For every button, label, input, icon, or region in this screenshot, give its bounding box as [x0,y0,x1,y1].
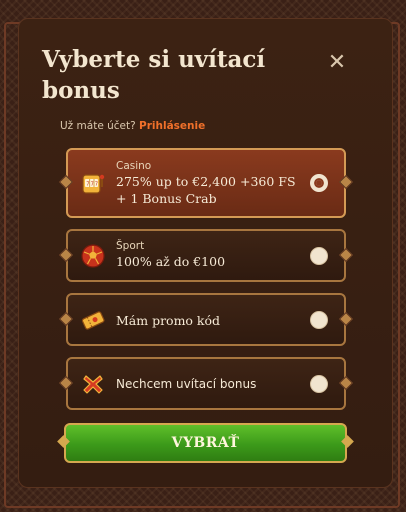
select-bonus-button[interactable]: VYBRAŤ [64,423,347,463]
option-label: Šport [116,240,145,252]
casino-option-text: Casino 275% up to €2,400 +360 FS + 1 Bon… [116,159,296,207]
sport-option-text: Šport 100% až do €100 [116,239,225,270]
promo-option-text: Mám promo kód [116,312,220,329]
option-text-line1: 275% up to €2,400 +360 FS [116,174,296,189]
bonus-option-promo-code[interactable]: Mám promo kód [66,293,346,346]
radio-selected[interactable] [310,174,328,192]
bonus-option-no-bonus[interactable]: Nechcem uvítací bonus [66,357,346,410]
soccer-ball-icon [80,243,106,269]
svg-text:7: 7 [86,182,89,188]
login-prompt-row: Už máte účet? Prihlásenie [60,120,205,132]
radio-unselected[interactable] [310,310,328,329]
option-label: Casino [116,160,152,172]
bonus-option-sport[interactable]: Šport 100% až do €100 [66,229,346,282]
option-text-line1: Nechcem uvítací bonus [116,377,257,391]
red-x-icon [80,371,106,397]
no-bonus-option-text: Nechcem uvítací bonus [116,376,256,393]
svg-text:7: 7 [95,182,98,188]
close-icon[interactable]: ✕ [326,52,348,74]
slot-machine-icon: 7 7 7 [80,170,106,196]
login-prompt-text: Už máte účet? [60,120,136,132]
svg-text:7: 7 [91,182,94,188]
radio-unselected[interactable] [310,374,328,393]
login-link[interactable]: Prihlásenie [139,120,205,132]
radio-unselected[interactable] [310,246,328,265]
bonus-option-casino[interactable]: 7 7 7 Casino 275% up to €2,400 +360 FS +… [66,148,346,218]
option-text-line2: + 1 Bonus Crab [116,191,217,206]
ticket-icon [80,307,106,333]
option-text-line1: 100% až do €100 [116,254,226,269]
dialog-title: Vyberte si uvítací bonus [42,46,266,104]
option-text-line1: Mám promo kód [116,313,221,328]
